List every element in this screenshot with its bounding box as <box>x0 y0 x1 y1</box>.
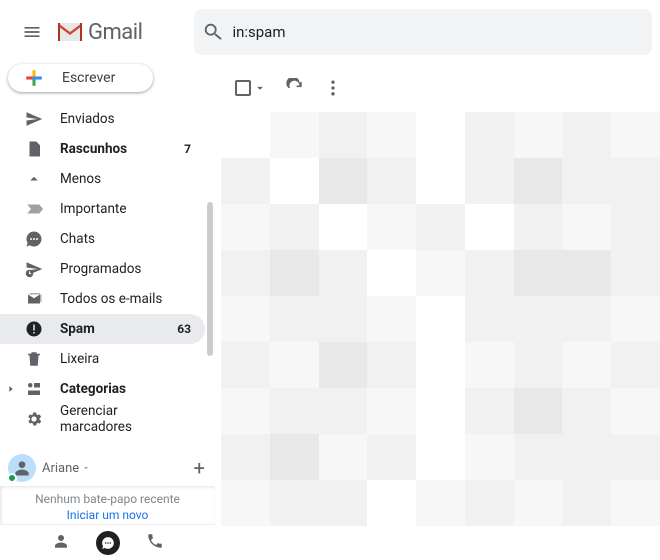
app-header: Gmail <box>0 0 660 64</box>
sidebar-item-label: Categorias <box>60 381 191 397</box>
more-vert-icon <box>323 78 343 98</box>
sidebar-item-sent[interactable]: Enviados <box>0 104 205 134</box>
sidebar-item-manage-labels[interactable]: Gerenciar marcadores <box>0 404 205 434</box>
chat-bubble-icon <box>101 536 115 550</box>
important-icon <box>24 200 44 218</box>
caret-down-icon[interactable] <box>253 81 267 95</box>
sidebar-item-label: Spam <box>60 321 177 337</box>
sidebar-item-spam[interactable]: Spam 63 <box>0 314 205 344</box>
new-chat-button[interactable]: + <box>194 456 205 480</box>
sidebar-item-allmail[interactable]: Todos os e-mails <box>0 284 205 314</box>
search-input[interactable] <box>224 23 644 41</box>
gear-icon <box>24 410 44 428</box>
compose-button[interactable]: Escrever <box>8 64 153 92</box>
gmail-icon <box>56 21 84 43</box>
more-button[interactable] <box>323 78 343 98</box>
hangouts-tab-contacts[interactable] <box>52 532 70 554</box>
gmail-logo[interactable]: Gmail <box>56 20 142 45</box>
mail-toolbar <box>221 64 660 112</box>
person-icon <box>52 532 70 550</box>
presence-dot-icon <box>7 473 17 483</box>
hangouts-tab-chats[interactable] <box>96 531 120 555</box>
plus-multicolor-icon <box>20 64 48 92</box>
categories-icon <box>24 380 44 398</box>
chevron-up-icon <box>24 170 44 188</box>
sidebar-item-label: Enviados <box>60 111 191 127</box>
sidebar-scrollbar[interactable] <box>207 202 213 356</box>
spam-count: 63 <box>177 322 191 336</box>
sidebar-item-chats[interactable]: Chats <box>0 224 205 254</box>
sidebar: Escrever Enviados Rascunhos 7 Menos Impo… <box>0 64 215 528</box>
folder-nav: Enviados Rascunhos 7 Menos Importante Ch… <box>0 104 215 434</box>
caret-right-icon[interactable] <box>0 384 22 394</box>
main-menu-button[interactable] <box>12 12 52 52</box>
sidebar-item-trash[interactable]: Lixeira <box>0 344 205 374</box>
search-bar[interactable] <box>194 9 652 55</box>
main-panel <box>221 64 660 528</box>
stacked-mail-icon <box>24 290 44 308</box>
hangouts-start-link[interactable]: Iniciar um novo <box>10 508 205 522</box>
phone-icon <box>146 532 164 550</box>
hangouts-tab-calls[interactable] <box>146 532 164 554</box>
avatar <box>8 454 36 482</box>
drafts-count: 7 <box>184 142 191 156</box>
sidebar-item-label: Programados <box>60 261 191 277</box>
sidebar-item-label: Rascunhos <box>60 141 184 157</box>
clock-send-icon <box>24 260 44 278</box>
hangouts-empty-state: Nenhum bate-papo recente Iniciar um novo <box>0 486 215 524</box>
sidebar-item-label: Todos os e-mails <box>60 291 191 307</box>
sidebar-item-important[interactable]: Importante <box>0 194 205 224</box>
chat-bubble-icon <box>24 230 44 248</box>
trash-icon <box>24 350 44 368</box>
sidebar-item-label: Lixeira <box>60 351 191 367</box>
search-icon[interactable] <box>202 21 224 43</box>
file-icon <box>24 140 44 158</box>
mail-list-blurred <box>221 112 660 528</box>
hangouts-panel: Ariane + Nenhum bate-papo recente Inicia… <box>0 448 215 560</box>
refresh-icon <box>285 78 305 98</box>
sidebar-item-drafts[interactable]: Rascunhos 7 <box>0 134 205 164</box>
sidebar-item-label: Gerenciar marcadores <box>60 403 191 434</box>
hangouts-tabs <box>0 524 215 560</box>
send-icon <box>24 110 44 128</box>
compose-label: Escrever <box>62 70 115 86</box>
hangouts-username: Ariane <box>42 461 79 476</box>
select-all[interactable] <box>235 80 267 96</box>
gmail-wordmark: Gmail <box>88 20 142 45</box>
sidebar-item-less[interactable]: Menos <box>0 164 205 194</box>
sidebar-item-categories[interactable]: Categorias <box>0 374 205 404</box>
checkbox-icon[interactable] <box>235 80 251 96</box>
hangouts-profile[interactable]: Ariane + <box>0 448 215 486</box>
sidebar-item-scheduled[interactable]: Programados <box>0 254 205 284</box>
sidebar-item-label: Menos <box>60 171 191 187</box>
hangouts-empty-text: Nenhum bate-papo recente <box>35 492 180 506</box>
caret-down-icon[interactable] <box>81 463 91 473</box>
sidebar-item-label: Chats <box>60 231 191 247</box>
hamburger-icon <box>22 22 42 42</box>
sidebar-item-label: Importante <box>60 201 191 217</box>
spam-icon <box>24 320 44 338</box>
refresh-button[interactable] <box>285 78 305 98</box>
